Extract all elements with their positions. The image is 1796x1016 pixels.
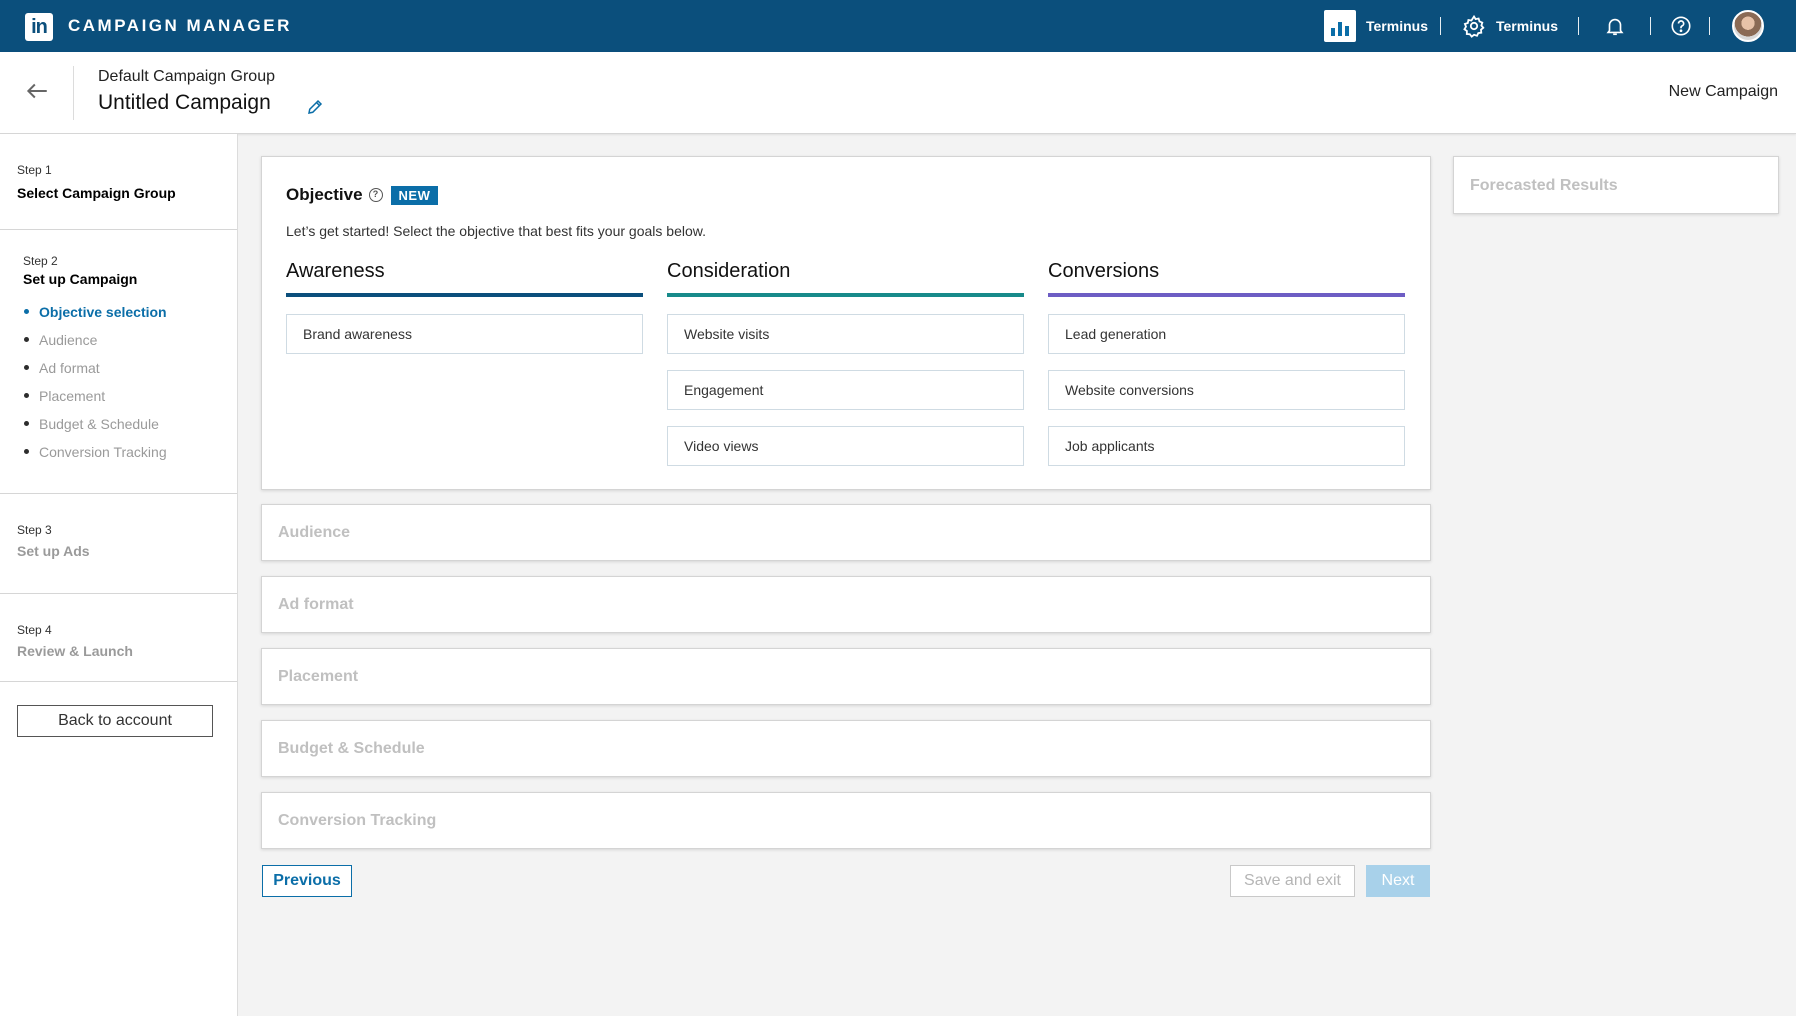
- forecasted-results-panel: Forecasted Results: [1453, 156, 1779, 214]
- settings-account-name: Terminus: [1496, 18, 1558, 34]
- nav-divider: [1709, 17, 1710, 35]
- substep-placement[interactable]: Placement: [24, 387, 167, 415]
- step-title: Set up Campaign: [23, 271, 138, 287]
- help-icon[interactable]: ?: [368, 188, 383, 202]
- steps-sidebar: Step 1 Select Campaign Group Step 2 Set …: [0, 134, 238, 1016]
- objective-column-conversions: Conversions Lead generation Website conv…: [1048, 260, 1405, 466]
- objective-option-website-visits[interactable]: Website visits: [667, 314, 1024, 354]
- section-title: Ad format: [278, 596, 354, 613]
- objective-column-consideration: Consideration Website visits Engagement …: [667, 260, 1024, 466]
- forecast-title: Forecasted Results: [1470, 177, 1618, 194]
- section-ad-format[interactable]: Ad format: [261, 576, 1431, 633]
- help-icon: [1671, 16, 1691, 36]
- bell-icon: [1606, 18, 1624, 36]
- step-number: Step 4: [17, 623, 52, 637]
- section-conversion-tracking[interactable]: Conversion Tracking: [261, 792, 1431, 849]
- substep-audience[interactable]: Audience: [24, 331, 167, 359]
- notifications-button[interactable]: [1602, 13, 1628, 39]
- substep-list: Objective selection Audience Ad format P…: [24, 303, 167, 471]
- header-divider: [73, 66, 74, 120]
- help-button[interactable]: [1668, 13, 1694, 39]
- step-3[interactable]: Step 3 Set up Ads: [0, 494, 237, 594]
- column-heading: Conversions: [1048, 260, 1160, 282]
- step-title: Review & Launch: [17, 643, 133, 659]
- page-label: New Campaign: [1668, 83, 1778, 100]
- section-title: Placement: [278, 668, 359, 685]
- save-and-exit-button[interactable]: Save and exit: [1230, 865, 1355, 897]
- step-number: Step 2: [23, 254, 58, 268]
- terminus-logo-icon: [1324, 10, 1356, 42]
- objective-option-job-applicants[interactable]: Job applicants: [1048, 426, 1405, 466]
- substep-budget-schedule[interactable]: Budget & Schedule: [24, 415, 167, 443]
- step-number: Step 3: [17, 523, 52, 537]
- column-heading: Consideration: [667, 260, 791, 282]
- step-number: Step 1: [17, 163, 52, 177]
- account-name: Terminus: [1366, 18, 1428, 34]
- campaign-header: Default Campaign Group Untitled Campaign…: [0, 52, 1796, 134]
- section-title: Conversion Tracking: [278, 812, 437, 829]
- substep-objective-selection[interactable]: Objective selection: [24, 303, 167, 331]
- column-underline: [667, 293, 1024, 297]
- account-switcher[interactable]: Terminus: [1324, 10, 1428, 42]
- objective-column-awareness: Awareness Brand awareness: [286, 260, 643, 354]
- gear-icon: [1463, 14, 1485, 38]
- nav-divider: [1440, 17, 1441, 35]
- app-title: CAMPAIGN MANAGER: [68, 16, 292, 35]
- linkedin-logo[interactable]: in: [25, 13, 53, 41]
- objective-option-lead-generation[interactable]: Lead generation: [1048, 314, 1405, 354]
- pencil-edit-icon[interactable]: [306, 98, 324, 116]
- user-avatar[interactable]: [1732, 10, 1764, 42]
- section-placement[interactable]: Placement: [261, 648, 1431, 705]
- nav-divider: [1578, 17, 1579, 35]
- step-title: Set up Ads: [17, 543, 90, 559]
- new-badge: NEW: [390, 185, 439, 205]
- next-button[interactable]: Next: [1366, 865, 1430, 897]
- section-budget-schedule[interactable]: Budget & Schedule: [261, 720, 1431, 777]
- substep-ad-format[interactable]: Ad format: [24, 359, 167, 387]
- column-underline: [286, 293, 643, 297]
- objective-description: Let’s get started! Select the objective …: [286, 223, 706, 239]
- step-title: Select Campaign Group: [17, 185, 176, 201]
- objective-option-brand-awareness[interactable]: Brand awareness: [286, 314, 643, 354]
- nav-divider: [1650, 17, 1651, 35]
- back-to-account-button[interactable]: Back to account: [17, 705, 213, 737]
- account-settings[interactable]: Terminus: [1462, 14, 1558, 38]
- column-underline: [1048, 293, 1405, 297]
- column-heading: Awareness: [286, 260, 385, 282]
- objective-option-engagement[interactable]: Engagement: [667, 370, 1024, 410]
- objective-heading: Objective ? NEW: [286, 185, 439, 205]
- section-title: Budget & Schedule: [278, 740, 425, 757]
- step-2[interactable]: Step 2 Set up Campaign Objective selecti…: [0, 230, 237, 494]
- step-4[interactable]: Step 4 Review & Launch: [0, 594, 237, 682]
- substep-conversion-tracking[interactable]: Conversion Tracking: [24, 443, 167, 471]
- section-audience[interactable]: Audience: [261, 504, 1431, 561]
- previous-button[interactable]: Previous: [262, 865, 352, 897]
- step-1[interactable]: Step 1 Select Campaign Group: [0, 134, 237, 230]
- campaign-name: Untitled Campaign: [98, 91, 271, 114]
- objective-option-video-views[interactable]: Video views: [667, 426, 1024, 466]
- section-title: Audience: [278, 524, 351, 541]
- objective-title: Objective: [286, 185, 363, 204]
- objective-panel: Objective ? NEW Let’s get started! Selec…: [261, 156, 1431, 490]
- top-navigation-bar: in CAMPAIGN MANAGER Terminus Terminus: [0, 0, 1796, 52]
- back-arrow-icon[interactable]: [24, 78, 50, 104]
- campaign-group-name: Default Campaign Group: [98, 68, 275, 85]
- objective-option-website-conversions[interactable]: Website conversions: [1048, 370, 1405, 410]
